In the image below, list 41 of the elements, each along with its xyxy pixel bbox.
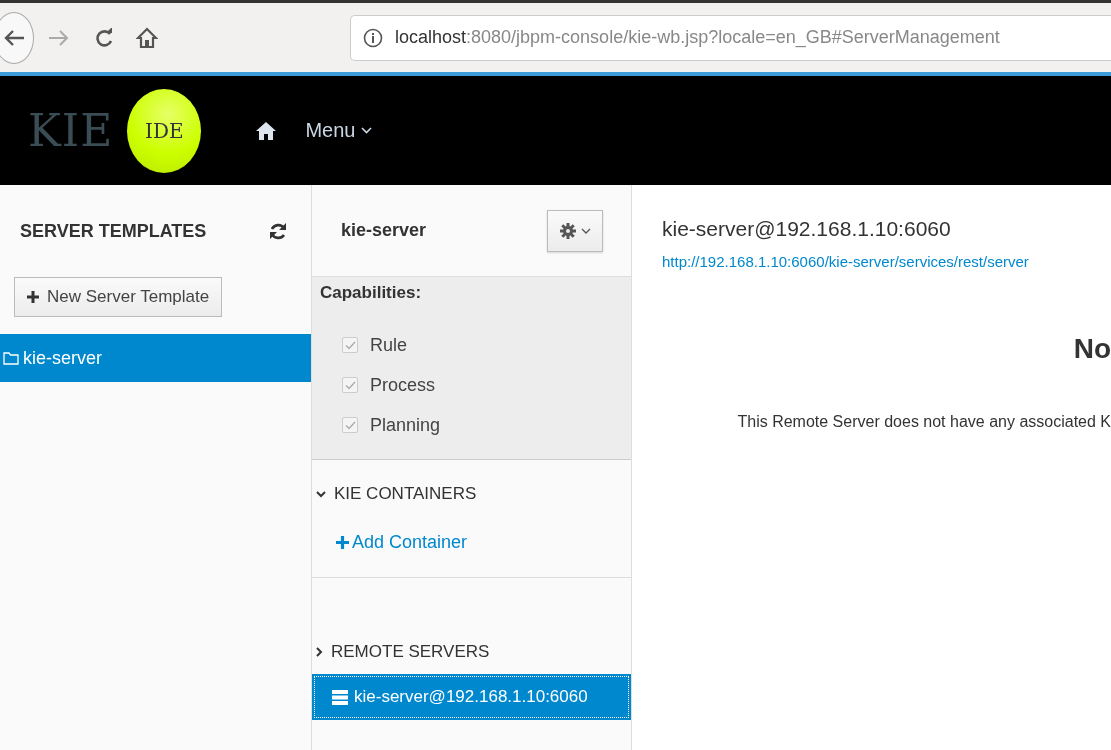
checkbox[interactable] xyxy=(342,417,358,433)
chevron-down-icon xyxy=(580,227,591,234)
add-container-link[interactable]: Add Container xyxy=(336,532,468,553)
empty-state-message: This Remote Server does not have any associated K xyxy=(737,413,1111,431)
settings-button[interactable] xyxy=(547,209,603,252)
folder-icon xyxy=(3,351,19,365)
address-bar[interactable]: localhost:8080/jbpm-console/kie-wb.jsp?locale=en_GB#ServerManagement xyxy=(350,14,1111,61)
settings-icon xyxy=(559,222,576,239)
checkbox[interactable] xyxy=(342,337,358,353)
home-icon[interactable] xyxy=(136,26,158,49)
capabilities-label: Capabilities: xyxy=(320,283,422,303)
info-icon xyxy=(363,27,383,48)
empty-state-heading: No xyxy=(1073,333,1111,365)
server-icon xyxy=(332,689,348,705)
plus-icon xyxy=(336,536,349,549)
checkbox-label: Rule xyxy=(370,334,408,356)
checkbox-label: Process xyxy=(370,374,436,396)
home-icon[interactable] xyxy=(255,120,278,141)
chevron-down-icon xyxy=(361,127,373,134)
plus-icon xyxy=(27,291,39,303)
section-header[interactable]: REMOTE SERVERS xyxy=(316,642,631,662)
template-item[interactable]: kie-server xyxy=(0,334,311,382)
refresh-icon[interactable] xyxy=(269,222,287,240)
logo-badge: IDE xyxy=(127,88,202,173)
remote-server-item[interactable]: kie-server@192.168.1.10:6060 xyxy=(312,674,631,720)
url-text: localhost:8080/jbpm-console/kie-wb.jsp?locale=en_GB#ServerManagement xyxy=(395,27,1000,48)
menu-button[interactable]: Menu xyxy=(305,119,373,142)
new-server-template-button[interactable]: New Server Template xyxy=(14,277,223,317)
server-title: kie-server@192.168.1.10:6060 xyxy=(662,217,951,241)
panel-title: SERVER TEMPLATES xyxy=(20,220,207,242)
section-header[interactable]: KIE CONTAINERS xyxy=(316,484,631,504)
chevron-down-icon xyxy=(316,490,326,498)
checkbox-label: Planning xyxy=(370,414,441,436)
reload-icon[interactable] xyxy=(94,27,114,48)
template-title: kie-server xyxy=(341,220,427,241)
logo-text: KIE xyxy=(28,105,114,156)
server-url-link[interactable]: http://192.168.1.10:6060/kie-server/services/rest/server xyxy=(662,253,1029,270)
chevron-right-icon xyxy=(316,647,323,657)
checkbox[interactable] xyxy=(342,377,358,393)
back-button[interactable] xyxy=(0,11,34,64)
back-arrow-icon xyxy=(3,28,25,47)
